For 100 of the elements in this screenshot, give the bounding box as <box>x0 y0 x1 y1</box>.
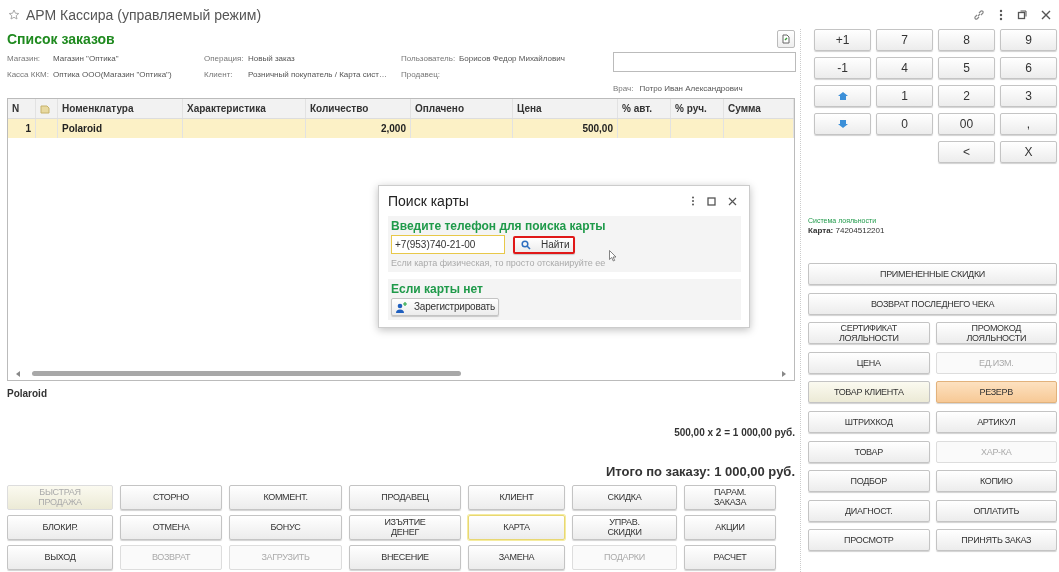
action-button[interactable]: УПРАВ. СКИДКИ <box>572 515 677 540</box>
dialog-title: Поиск карты <box>388 193 470 209</box>
action-button[interactable]: ИЗЪЯТИЕ ДЕНЕГ <box>349 515 461 540</box>
star-icon[interactable] <box>8 9 20 21</box>
link-icon[interactable] <box>973 9 985 21</box>
section-heading: Если карты нет <box>391 282 484 296</box>
side-button[interactable]: ОПЛАТИТЬ <box>935 499 1057 522</box>
scroll-left-icon[interactable] <box>16 370 21 377</box>
maximize-icon[interactable] <box>707 196 716 206</box>
down-button[interactable] <box>814 113 871 135</box>
window-title: АРМ Кассира (управляемый режим) <box>26 7 263 23</box>
keypad-key[interactable]: 3 <box>1000 85 1057 107</box>
keypad-key[interactable]: 8 <box>938 29 995 51</box>
column-header[interactable]: Количество <box>306 99 411 118</box>
column-header[interactable]: % руч. <box>671 99 724 118</box>
keypad-key[interactable]: 0 <box>876 113 933 135</box>
up-button[interactable] <box>814 85 871 107</box>
add-user-icon <box>395 301 408 313</box>
keypad-key[interactable]: 9 <box>1000 29 1057 51</box>
table-cell: 500,00 <box>582 123 613 134</box>
column-header[interactable]: % авт. <box>618 99 671 118</box>
column-header[interactable]: N <box>8 99 36 118</box>
column-header[interactable]: Сумма <box>724 99 794 118</box>
action-button[interactable]: ВЫХОД <box>7 545 113 570</box>
keypad-key[interactable]: 6 <box>1000 57 1057 79</box>
field-label: Магазин: <box>7 53 42 63</box>
cursor-icon <box>609 250 617 262</box>
keypad-key[interactable]: < <box>938 141 995 163</box>
register-button[interactable]: Зарегистрировать <box>391 298 499 316</box>
side-button[interactable]: ТОВАР КЛИЕНТА <box>808 381 930 404</box>
field-label: Операция: <box>204 53 245 63</box>
keypad-key[interactable]: 7 <box>876 29 933 51</box>
action-button[interactable]: РАСЧЕТ <box>684 545 776 570</box>
action-button[interactable]: ПАРАМ. ЗАКАЗА <box>684 485 776 510</box>
document-icon <box>781 34 791 44</box>
column-header[interactable]: Характеристика <box>183 99 306 118</box>
search-icon <box>521 239 531 250</box>
field-label: Клиент: <box>204 69 234 79</box>
keypad-key[interactable]: +1 <box>814 29 871 51</box>
table-cell: Polaroid <box>62 123 102 134</box>
action-button[interactable]: БОНУС <box>229 515 342 540</box>
table-row[interactable]: 1 Polaroid 2,000 500,00 <box>8 119 794 138</box>
keypad-key[interactable]: 5 <box>938 57 995 79</box>
action-button[interactable]: СКИДКА <box>572 485 677 510</box>
field-value: Оптика ООО(Магазин "Оптика") <box>53 69 172 79</box>
column-header[interactable]: Номенклатура <box>58 99 183 118</box>
side-button[interactable]: РЕЗЕРВ <box>935 381 1057 404</box>
keypad-key[interactable]: 00 <box>938 113 995 135</box>
scroll-right-icon[interactable] <box>781 370 786 377</box>
keypad-key[interactable]: 4 <box>876 57 933 79</box>
column-header[interactable]: Цена <box>513 99 618 118</box>
field-value: Магазин "Оптика" <box>53 53 119 63</box>
side-button[interactable]: ДИАГНОСТ. <box>808 499 930 522</box>
keypad-key[interactable]: , <box>1000 113 1057 135</box>
action-button[interactable]: КАРТА <box>468 515 565 540</box>
action-button[interactable]: СТОРНО <box>120 485 222 510</box>
field-value: Розничный покупатель / Карта сист… <box>248 69 387 79</box>
side-button[interactable]: ВОЗВРАТ ПОСЛЕДНЕГО ЧЕКА <box>808 292 1057 315</box>
side-button[interactable]: КОПИЮ <box>935 470 1057 493</box>
field-value: Потро Иван Александрович <box>639 83 743 93</box>
keypad-key[interactable]: 1 <box>876 85 933 107</box>
side-button[interactable]: ПРИМЕНЕННЫЕ СКИДКИ <box>808 263 1057 285</box>
action-button[interactable]: БЛОКИР. <box>7 515 113 540</box>
keypad-key[interactable]: X <box>1000 141 1057 163</box>
export-button[interactable] <box>777 30 795 48</box>
close-icon[interactable] <box>728 196 737 206</box>
up-arrow-icon <box>837 92 848 100</box>
section-heading: Введите телефон для поиска карты <box>391 219 607 233</box>
column-header[interactable]: Оплачено <box>411 99 513 118</box>
side-button[interactable]: ТОВАР <box>808 440 930 463</box>
side-button[interactable]: АРТИКУЛ <box>935 410 1057 433</box>
hint-text: Если карта физическая, то просто отсканируйте ее <box>391 258 607 268</box>
scrollbar-thumb[interactable] <box>31 371 462 377</box>
more-icon[interactable] <box>999 9 1003 21</box>
side-button[interactable]: СЕРТИФИКАТ ЛОЯЛЬНОСТИ <box>808 322 930 345</box>
keypad-key[interactable]: 2 <box>938 85 995 107</box>
phone-field[interactable]: +7(953)740-21-00 <box>391 235 505 254</box>
side-button[interactable]: ПРОМОКОД ЛОЯЛЬНОСТИ <box>935 322 1057 345</box>
action-button[interactable]: КЛИЕНТ <box>468 485 565 510</box>
side-button[interactable]: ПОДБОР <box>808 470 930 493</box>
more-icon[interactable] <box>691 196 695 206</box>
field-label: Касса ККМ: <box>7 69 50 79</box>
action-button[interactable]: ПРОДАВЕЦ <box>349 485 461 510</box>
field-label: Врач: <box>613 83 634 93</box>
action-button[interactable]: ОТМЕНА <box>120 515 222 540</box>
close-icon[interactable] <box>1041 10 1051 20</box>
input-field[interactable] <box>613 52 796 72</box>
item-name: Polaroid <box>7 388 48 402</box>
keypad-key[interactable]: -1 <box>814 57 871 79</box>
side-button[interactable]: ШТРИХКОД <box>808 410 930 433</box>
find-button[interactable]: Найти <box>513 235 575 254</box>
action-button[interactable]: ЗАМЕНА <box>468 545 565 570</box>
action-button[interactable]: АКЦИИ <box>684 515 776 540</box>
side-button[interactable]: ЦЕНА <box>808 351 930 374</box>
field-label: Пользователь: <box>401 53 457 63</box>
restore-icon[interactable] <box>1017 10 1027 20</box>
action-button[interactable]: ВНЕСЕНИЕ <box>349 545 461 570</box>
action-button[interactable]: КОММЕНТ. <box>229 485 342 510</box>
side-button[interactable]: ПРОСМОТР <box>808 529 930 552</box>
side-button[interactable]: ПРИНЯТЬ ЗАКАЗ <box>935 529 1057 552</box>
